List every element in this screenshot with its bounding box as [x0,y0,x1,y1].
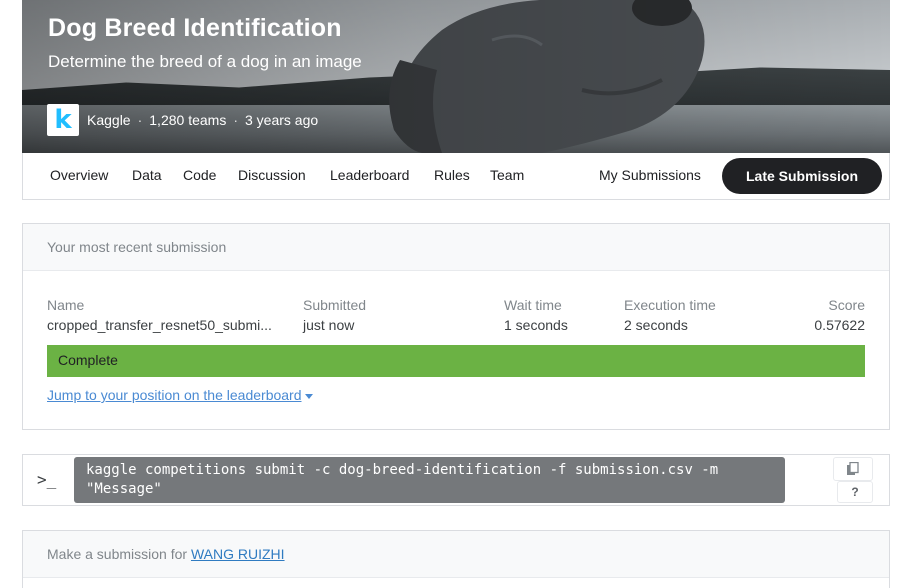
cli-command-card: >_ kaggle competitions submit -c dog-bre… [22,454,890,506]
caret-down-icon[interactable] [304,393,313,399]
execution-time-value: 2 seconds [624,317,688,333]
submission-name-column: Name cropped_transfer_resnet50_submi... [47,297,292,333]
status-bar-complete: Complete [47,345,865,377]
competition-title: Dog Breed Identification [48,14,342,42]
cli-command-line-2: "Message" [86,481,162,497]
make-submission-heading: Make a submission for WANG RUIZHI [23,531,889,578]
tab-data[interactable]: Data [132,167,162,183]
competition-age: 3 years ago [245,112,319,128]
host-name[interactable]: Kaggle [87,112,131,128]
make-submission-prefix: Make a submission for [47,546,188,562]
jump-link-text[interactable]: Jump to your position on the leaderboard [47,387,302,403]
tab-rules[interactable]: Rules [434,167,470,183]
make-submission-card: Make a submission for WANG RUIZHI [22,530,890,588]
submission-name: cropped_transfer_resnet50_submi... [47,317,272,333]
copy-icon [847,462,859,475]
execution-time-column: Execution time 2 seconds [624,297,716,333]
late-submission-button[interactable]: Late Submission [722,158,882,194]
wait-time-value: 1 seconds [504,317,568,333]
copy-command-button[interactable] [833,457,873,481]
cli-help-button[interactable]: ? [837,481,873,503]
submitted-label: Submitted [303,297,367,313]
cli-command-box[interactable]: kaggle competitions submit -c dog-breed-… [74,457,785,503]
wait-time-label: Wait time [504,297,562,313]
cli-command-line-1: kaggle competitions submit -c dog-breed-… [86,462,719,478]
separator-dot: · [233,112,238,128]
score-column: Score 0.57622 [814,297,865,333]
score-value: 0.57622 [814,317,865,333]
tab-code[interactable]: Code [183,167,216,183]
tab-leaderboard[interactable]: Leaderboard [330,167,409,183]
jump-to-leaderboard-link[interactable]: Jump to your position on the leaderboard [47,387,313,403]
wait-time-column: Wait time 1 seconds [504,297,568,333]
name-label: Name [47,297,85,313]
kaggle-logo-icon[interactable]: k [47,104,79,136]
submitted-column: Submitted just now [303,297,366,333]
recent-submission-card: Your most recent submission Name cropped… [22,223,890,430]
competition-tab-bar: Overview Data Code Discussion Leaderboar… [22,153,890,200]
my-submissions-link[interactable]: My Submissions [599,167,701,183]
tab-discussion[interactable]: Discussion [238,167,306,183]
separator-dot: · [137,112,143,128]
tab-overview[interactable]: Overview [50,167,108,183]
competition-header-banner: Dog Breed Identification Determine the b… [22,0,890,153]
tab-team[interactable]: Team [490,167,524,183]
team-count: 1,280 teams [149,112,227,128]
competition-subtitle: Determine the breed of a dog in an image [48,52,362,71]
score-label: Score [828,297,865,313]
execution-time-label: Execution time [624,297,716,313]
terminal-prompt-icon: >_ [37,470,57,489]
team-name-link[interactable]: WANG RUIZHI [191,546,285,562]
recent-submission-heading: Your most recent submission [23,224,889,271]
host-info: k Kaggle · 1,280 teams · 3 years ago [47,104,318,136]
submitted-value: just now [303,317,355,333]
